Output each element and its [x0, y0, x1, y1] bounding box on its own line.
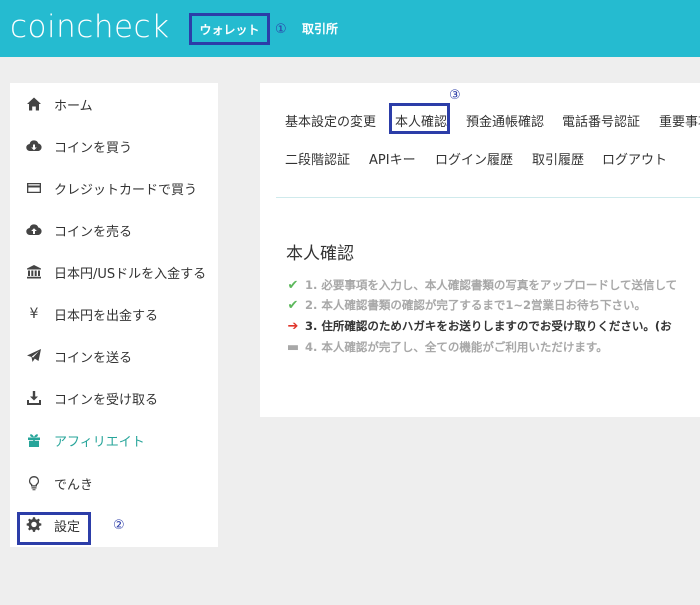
arrow-right-icon: ➔ [287, 318, 299, 334]
sidebar-item-label: でんき [54, 477, 94, 493]
credit-card-icon [14, 180, 54, 196]
coincheck-logo[interactable]: coincheck [10, 9, 170, 45]
yen-icon: ¥ [29, 306, 39, 322]
sidebar-item-label: コインを送る [54, 350, 133, 366]
sidebar-item-label: アフィリエイト [54, 434, 145, 450]
cloud-upload-icon [14, 222, 54, 238]
sidebar-item-label: コインを受け取る [54, 392, 159, 408]
sidebar-item-buy-coin[interactable]: コインを買う [10, 129, 218, 163]
sidebar-item-label: ホーム [54, 98, 93, 114]
sidebar-item-sell-coin[interactable]: コインを売る [10, 213, 218, 247]
home-icon [14, 96, 54, 112]
nav-wallet[interactable]: ウォレット [189, 13, 270, 45]
tab-bankbook-verification[interactable]: 預金通帳確認 [466, 111, 544, 130]
step-text: 2. 本人確認書類の確認が完了するまで1~2営業日お待ち下さい。 [305, 298, 647, 312]
annotation-marker-3: ③ [449, 88, 461, 103]
nav-wallet-label: ウォレット [199, 22, 260, 37]
tab-logout[interactable]: ログアウト [602, 149, 667, 168]
tab-login-history[interactable]: ログイン履歴 [435, 149, 513, 168]
check-icon: ✔ [287, 277, 299, 293]
top-header: coincheck ウォレット ① 取引所 [0, 0, 700, 57]
lightbulb-icon [14, 475, 54, 491]
step-text: 4. 本人確認が完了し、全ての機能がご利用いただけます。 [305, 340, 608, 354]
paper-plane-icon [14, 348, 54, 364]
sidebar-item-send-coin[interactable]: コインを送る [10, 339, 218, 373]
step-2: ✔ 2. 本人確認書類の確認が完了するまで1~2営業日お待ち下さい。 [286, 297, 646, 313]
cloud-download-icon [14, 138, 54, 154]
check-icon: ✔ [287, 297, 299, 313]
tab-important-matters[interactable]: 重要事項 [659, 111, 700, 130]
annotation-marker-1: ① [275, 22, 287, 37]
page-title: 本人確認 [286, 244, 354, 264]
sidebar-item-receive-coin[interactable]: コインを受け取る [10, 381, 218, 415]
sidebar: ホーム コインを買う クレジットカードで買う コインを売る 日本円/USドルを入… [10, 83, 218, 547]
bank-icon [14, 264, 54, 280]
sidebar-item-label: コインを売る [54, 224, 133, 240]
identity-tab-highlight-box [389, 103, 450, 134]
step-text: 1. 必要事項を入力し、本人確認書類の写真をアップロードして送信して [305, 278, 678, 292]
sidebar-item-withdraw[interactable]: ¥ 日本円を出金する [10, 297, 218, 331]
tab-divider [276, 197, 700, 198]
nav-exchange[interactable]: 取引所 [302, 20, 338, 37]
settings-highlight-box [17, 512, 91, 545]
sidebar-item-label: 日本円を出金する [54, 308, 159, 324]
sidebar-item-label: クレジットカードで買う [54, 182, 198, 198]
tab-api-key[interactable]: APIキー [369, 149, 416, 168]
sidebar-item-home[interactable]: ホーム [10, 87, 218, 121]
main-panel: 基本設定の変更 本人確認 預金通帳確認 電話番号認証 重要事項 二段階認証 AP… [260, 83, 700, 417]
step-text: 3. 住所確認のためハガキをお送りしますのでお受け取りください。(お [305, 319, 672, 333]
step-4: ▬ 4. 本人確認が完了し、全ての機能がご利用いただけます。 [286, 339, 608, 355]
tab-phone-verification[interactable]: 電話番号認証 [562, 111, 640, 130]
step-1: ✔ 1. 必要事項を入力し、本人確認書類の写真をアップロードして送信して [286, 277, 678, 293]
sidebar-item-credit-card[interactable]: クレジットカードで買う [10, 171, 218, 205]
sidebar-item-label: コインを買う [54, 140, 133, 156]
download-icon [14, 390, 54, 406]
sidebar-item-deposit[interactable]: 日本円/USドルを入金する [10, 255, 218, 289]
annotation-marker-2: ② [113, 518, 125, 533]
tab-basic-settings[interactable]: 基本設定の変更 [285, 111, 376, 130]
sidebar-item-denki[interactable]: でんき [10, 466, 218, 500]
step-3: ➔ 3. 住所確認のためハガキをお送りしますのでお受け取りください。(お [286, 318, 672, 334]
sidebar-item-label: 日本円/USドルを入金する [54, 266, 207, 282]
tab-trade-history[interactable]: 取引履歴 [532, 149, 584, 168]
gift-icon [14, 432, 54, 448]
minus-icon: ▬ [286, 339, 300, 355]
tab-two-factor[interactable]: 二段階認証 [285, 149, 350, 168]
sidebar-item-affiliate[interactable]: アフィリエイト [10, 423, 218, 457]
